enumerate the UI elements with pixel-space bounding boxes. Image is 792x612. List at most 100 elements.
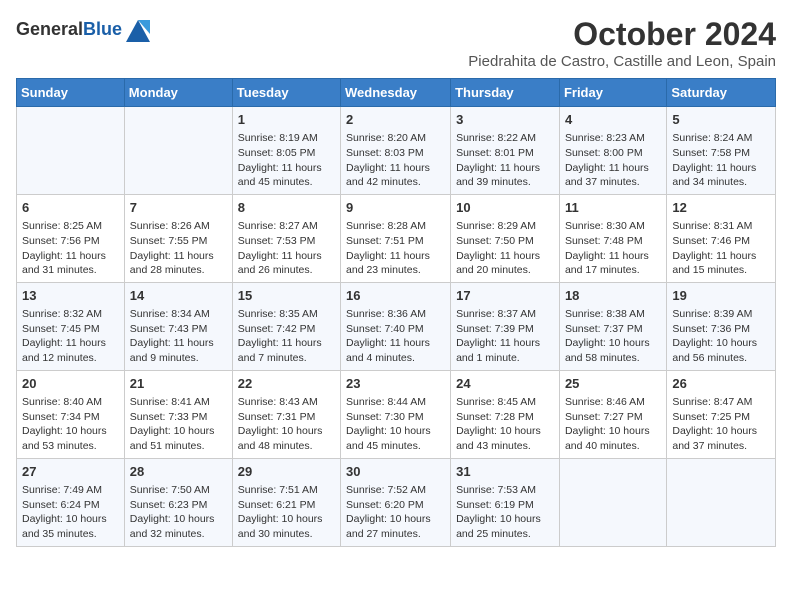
cell-content: Sunrise: 8:22 AM Sunset: 8:01 PM Dayligh… — [456, 131, 554, 190]
calendar-cell: 31 Sunrise: 7:53 AM Sunset: 6:19 PM Dayli… — [451, 458, 560, 546]
day-number: 31 — [456, 463, 554, 481]
day-number: 7 — [130, 199, 227, 217]
day-number: 21 — [130, 375, 227, 393]
day-number: 12 — [672, 199, 770, 217]
day-number: 8 — [238, 199, 335, 217]
day-number: 13 — [22, 287, 119, 305]
calendar-cell — [559, 458, 666, 546]
calendar-cell: 16 Sunrise: 8:36 AM Sunset: 7:40 PM Dayli… — [341, 282, 451, 370]
cell-content: Sunrise: 8:23 AM Sunset: 8:00 PM Dayligh… — [565, 131, 661, 190]
calendar-cell: 11 Sunrise: 8:30 AM Sunset: 7:48 PM Dayli… — [559, 194, 666, 282]
calendar-cell — [17, 107, 125, 195]
calendar-cell — [667, 458, 776, 546]
cell-content: Sunrise: 8:29 AM Sunset: 7:50 PM Dayligh… — [456, 219, 554, 278]
cell-content: Sunrise: 8:34 AM Sunset: 7:43 PM Dayligh… — [130, 307, 227, 366]
day-number: 28 — [130, 463, 227, 481]
calendar-cell: 28 Sunrise: 7:50 AM Sunset: 6:23 PM Dayli… — [124, 458, 232, 546]
calendar-cell: 13 Sunrise: 8:32 AM Sunset: 7:45 PM Dayli… — [17, 282, 125, 370]
day-number: 22 — [238, 375, 335, 393]
cell-content: Sunrise: 8:25 AM Sunset: 7:56 PM Dayligh… — [22, 219, 119, 278]
calendar-cell: 29 Sunrise: 7:51 AM Sunset: 6:21 PM Dayli… — [232, 458, 340, 546]
day-number: 1 — [238, 111, 335, 129]
day-number: 24 — [456, 375, 554, 393]
cell-content: Sunrise: 8:40 AM Sunset: 7:34 PM Dayligh… — [22, 395, 119, 454]
day-number: 14 — [130, 287, 227, 305]
week-row-5: 27 Sunrise: 7:49 AM Sunset: 6:24 PM Dayli… — [17, 458, 776, 546]
cell-content: Sunrise: 8:38 AM Sunset: 7:37 PM Dayligh… — [565, 307, 661, 366]
day-number: 4 — [565, 111, 661, 129]
calendar-cell: 2Sunrise: 8:20 AM Sunset: 8:03 PM Daylig… — [341, 107, 451, 195]
subtitle: Piedrahita de Castro, Castille and Leon,… — [468, 53, 776, 70]
calendar-cell: 21 Sunrise: 8:41 AM Sunset: 7:33 PM Dayli… — [124, 370, 232, 458]
weekday-header-monday: Monday — [124, 79, 232, 107]
day-number: 27 — [22, 463, 119, 481]
calendar-cell: 3Sunrise: 8:22 AM Sunset: 8:01 PM Daylig… — [451, 107, 560, 195]
weekday-header-friday: Friday — [559, 79, 666, 107]
header-section: GeneralBlue October 2024 Piedrahita de C… — [16, 16, 776, 70]
cell-content: Sunrise: 8:28 AM Sunset: 7:51 PM Dayligh… — [346, 219, 445, 278]
day-number: 29 — [238, 463, 335, 481]
logo: GeneralBlue — [16, 16, 152, 44]
calendar-cell: 15 Sunrise: 8:35 AM Sunset: 7:42 PM Dayli… — [232, 282, 340, 370]
cell-content: Sunrise: 7:51 AM Sunset: 6:21 PM Dayligh… — [238, 483, 335, 542]
day-number: 30 — [346, 463, 445, 481]
calendar-cell: 20 Sunrise: 8:40 AM Sunset: 7:34 PM Dayli… — [17, 370, 125, 458]
cell-content: Sunrise: 8:39 AM Sunset: 7:36 PM Dayligh… — [672, 307, 770, 366]
day-number: 9 — [346, 199, 445, 217]
cell-content: Sunrise: 8:19 AM Sunset: 8:05 PM Dayligh… — [238, 131, 335, 190]
day-number: 11 — [565, 199, 661, 217]
calendar-cell: 12 Sunrise: 8:31 AM Sunset: 7:46 PM Dayli… — [667, 194, 776, 282]
cell-content: Sunrise: 8:36 AM Sunset: 7:40 PM Dayligh… — [346, 307, 445, 366]
cell-content: Sunrise: 8:31 AM Sunset: 7:46 PM Dayligh… — [672, 219, 770, 278]
day-number: 16 — [346, 287, 445, 305]
calendar-cell: 25Sunrise: 8:46 AM Sunset: 7:27 PM Dayli… — [559, 370, 666, 458]
calendar-cell: 30Sunrise: 7:52 AM Sunset: 6:20 PM Dayli… — [341, 458, 451, 546]
calendar-cell: 26 Sunrise: 8:47 AM Sunset: 7:25 PM Dayli… — [667, 370, 776, 458]
day-number: 10 — [456, 199, 554, 217]
cell-content: Sunrise: 7:53 AM Sunset: 6:19 PM Dayligh… — [456, 483, 554, 542]
week-row-3: 13 Sunrise: 8:32 AM Sunset: 7:45 PM Dayli… — [17, 282, 776, 370]
calendar-cell: 19 Sunrise: 8:39 AM Sunset: 7:36 PM Dayli… — [667, 282, 776, 370]
cell-content: Sunrise: 8:45 AM Sunset: 7:28 PM Dayligh… — [456, 395, 554, 454]
calendar-cell: 27 Sunrise: 7:49 AM Sunset: 6:24 PM Dayli… — [17, 458, 125, 546]
day-number: 18 — [565, 287, 661, 305]
day-number: 26 — [672, 375, 770, 393]
logo-icon — [124, 16, 152, 44]
week-row-1: 1 Sunrise: 8:19 AM Sunset: 8:05 PM Daylig… — [17, 107, 776, 195]
cell-content: Sunrise: 7:50 AM Sunset: 6:23 PM Dayligh… — [130, 483, 227, 542]
cell-content: Sunrise: 8:35 AM Sunset: 7:42 PM Dayligh… — [238, 307, 335, 366]
calendar-cell: 10 Sunrise: 8:29 AM Sunset: 7:50 PM Dayli… — [451, 194, 560, 282]
calendar-cell — [124, 107, 232, 195]
day-number: 15 — [238, 287, 335, 305]
calendar-cell: 14 Sunrise: 8:34 AM Sunset: 7:43 PM Dayli… — [124, 282, 232, 370]
cell-content: Sunrise: 8:32 AM Sunset: 7:45 PM Dayligh… — [22, 307, 119, 366]
day-number: 23 — [346, 375, 445, 393]
week-row-4: 20 Sunrise: 8:40 AM Sunset: 7:34 PM Dayli… — [17, 370, 776, 458]
cell-content: Sunrise: 8:47 AM Sunset: 7:25 PM Dayligh… — [672, 395, 770, 454]
weekday-header-wednesday: Wednesday — [341, 79, 451, 107]
day-number: 19 — [672, 287, 770, 305]
logo-general: General — [16, 19, 83, 39]
cell-content: Sunrise: 8:41 AM Sunset: 7:33 PM Dayligh… — [130, 395, 227, 454]
day-number: 17 — [456, 287, 554, 305]
weekday-header-thursday: Thursday — [451, 79, 560, 107]
calendar-cell: 23Sunrise: 8:44 AM Sunset: 7:30 PM Dayli… — [341, 370, 451, 458]
calendar-cell: 8 Sunrise: 8:27 AM Sunset: 7:53 PM Daylig… — [232, 194, 340, 282]
cell-content: Sunrise: 8:24 AM Sunset: 7:58 PM Dayligh… — [672, 131, 770, 190]
cell-content: Sunrise: 8:27 AM Sunset: 7:53 PM Dayligh… — [238, 219, 335, 278]
day-number: 20 — [22, 375, 119, 393]
cell-content: Sunrise: 7:49 AM Sunset: 6:24 PM Dayligh… — [22, 483, 119, 542]
cell-content: Sunrise: 8:30 AM Sunset: 7:48 PM Dayligh… — [565, 219, 661, 278]
calendar-cell: 22Sunrise: 8:43 AM Sunset: 7:31 PM Dayli… — [232, 370, 340, 458]
cell-content: Sunrise: 8:26 AM Sunset: 7:55 PM Dayligh… — [130, 219, 227, 278]
day-number: 25 — [565, 375, 661, 393]
calendar-cell: 9 Sunrise: 8:28 AM Sunset: 7:51 PM Daylig… — [341, 194, 451, 282]
day-number: 6 — [22, 199, 119, 217]
cell-content: Sunrise: 8:37 AM Sunset: 7:39 PM Dayligh… — [456, 307, 554, 366]
calendar-cell: 1 Sunrise: 8:19 AM Sunset: 8:05 PM Daylig… — [232, 107, 340, 195]
weekday-header-row: SundayMondayTuesdayWednesdayThursdayFrid… — [17, 79, 776, 107]
calendar-cell: 24 Sunrise: 8:45 AM Sunset: 7:28 PM Dayli… — [451, 370, 560, 458]
month-year: October 2024 — [468, 16, 776, 53]
calendar-cell: 7 Sunrise: 8:26 AM Sunset: 7:55 PM Daylig… — [124, 194, 232, 282]
calendar-cell: 18 Sunrise: 8:38 AM Sunset: 7:37 PM Dayli… — [559, 282, 666, 370]
